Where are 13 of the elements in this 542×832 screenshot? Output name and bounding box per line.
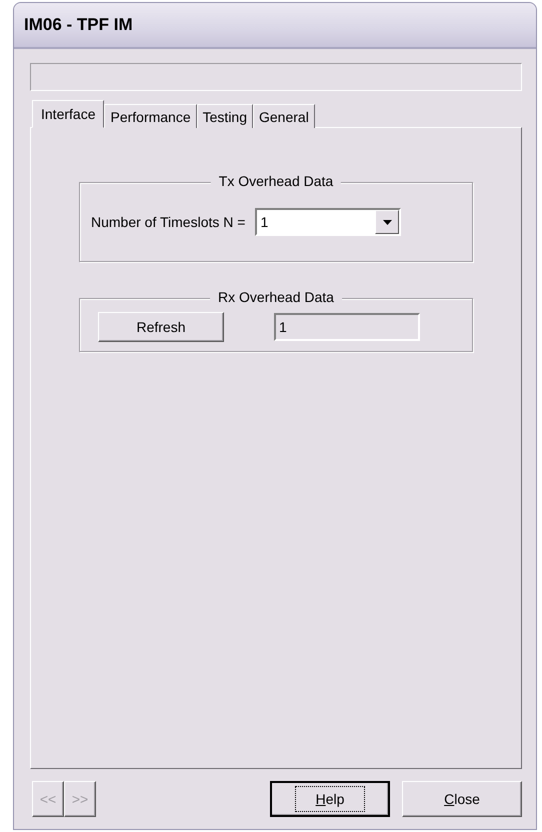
refresh-button[interactable]: Refresh: [98, 312, 224, 342]
close-button[interactable]: Close: [402, 781, 522, 817]
group-title: Rx Overhead Data: [210, 289, 342, 305]
rx-value-field: 1: [274, 313, 420, 341]
tab[interactable]: Interface: [32, 100, 104, 128]
field-label: Number of Timeslots N =: [91, 214, 246, 230]
tab[interactable]: General: [253, 104, 315, 128]
group-title: Tx Overhead Data: [210, 173, 342, 189]
tab[interactable]: Testing: [196, 104, 253, 128]
tab[interactable]: Performance: [104, 104, 197, 128]
window-title: IM06 - TPF IM: [24, 15, 133, 35]
help-button[interactable]: Help: [270, 781, 390, 817]
timeslots-dropdown[interactable]: 1: [255, 208, 402, 236]
